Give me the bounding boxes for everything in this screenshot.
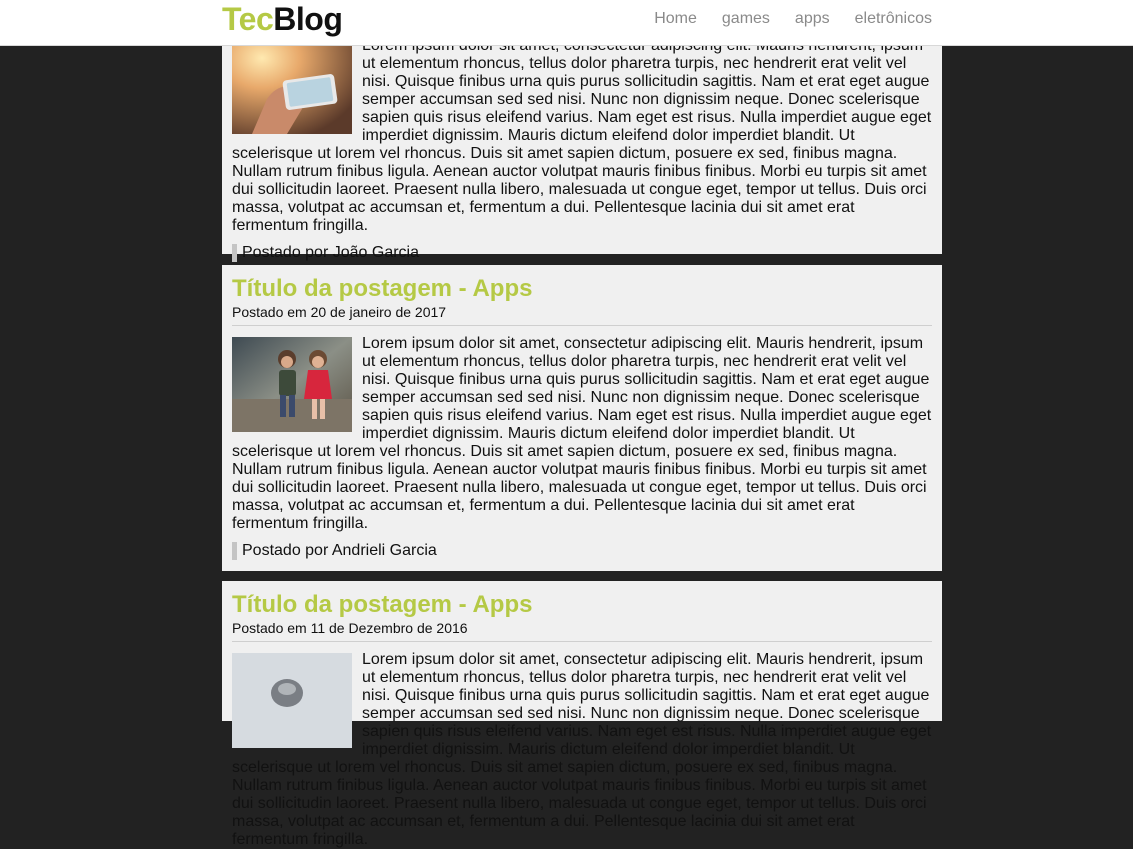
post-card: Título da postagem - Apps Postado em 20 …	[222, 265, 942, 571]
post-author: Postado por João Garcia	[232, 244, 932, 262]
nav-apps[interactable]: apps	[795, 9, 830, 29]
post-title[interactable]: Título da postagem - Apps	[232, 275, 932, 303]
site-logo[interactable]: TecBlog	[222, 1, 343, 37]
post-image-children	[232, 337, 352, 432]
post-body: Lorem ipsum dolor sit amet, consectetur …	[232, 651, 932, 849]
post-title[interactable]: Título da postagem - Apps	[232, 591, 932, 619]
post-date: Postado em 20 de janeiro de 2017	[232, 303, 932, 326]
nav-home[interactable]: Home	[654, 9, 697, 29]
site-header: TecBlog Home games apps eletrônicos	[0, 0, 1133, 46]
nav-games[interactable]: games	[722, 9, 770, 29]
post-card: Título da postagem - Apps Postado em 11 …	[222, 581, 942, 848]
nav-eletronicos[interactable]: eletrônicos	[855, 9, 932, 29]
post-image-phone	[232, 39, 352, 134]
post-body: Lorem ipsum dolor sit amet, consectetur …	[232, 37, 932, 262]
post-body: Lorem ipsum dolor sit amet, consectetur …	[232, 335, 932, 560]
logo-tec: Tec	[222, 1, 274, 37]
logo-blog: Blog	[273, 1, 343, 37]
main-nav: Home games apps eletrônicos	[654, 9, 932, 29]
post-date: Postado em 11 de Dezembro de 2016	[232, 619, 932, 642]
post-image-bird	[232, 653, 352, 748]
post-author: Postado por Andrieli Garcia	[232, 542, 932, 560]
